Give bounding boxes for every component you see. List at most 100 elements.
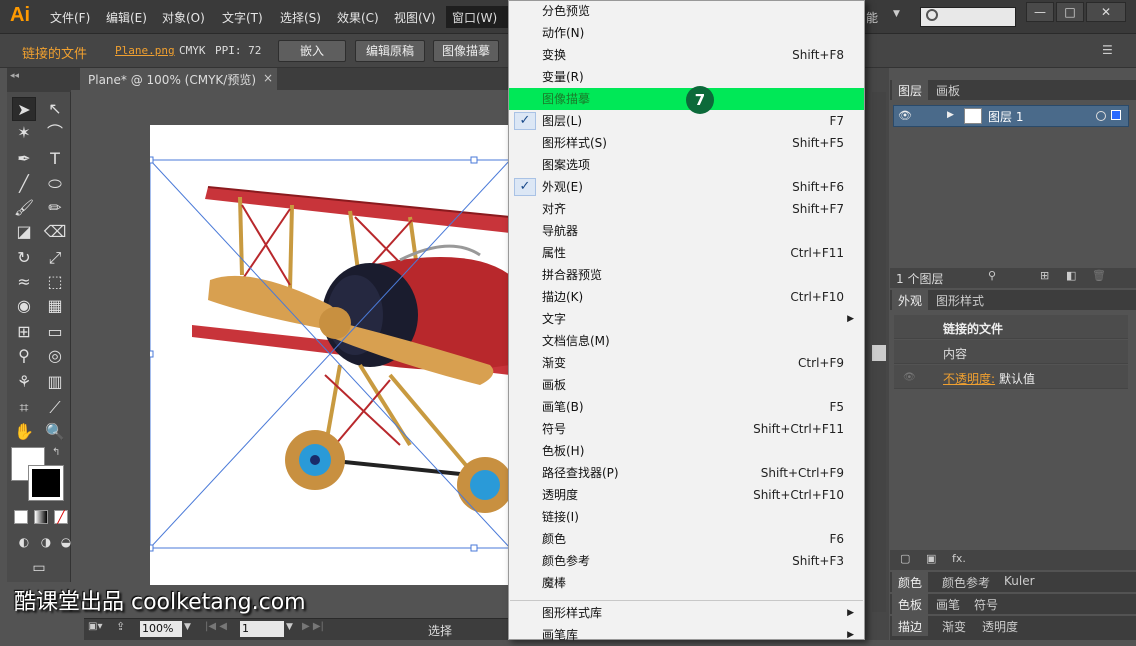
appearance-content[interactable]: 内容 (943, 345, 967, 362)
tab-stroke[interactable]: 描边 (892, 616, 929, 636)
tab-kuler[interactable]: Kuler (998, 572, 1041, 592)
menu-item[interactable]: ✓ 外观(E) Shift+F6 (509, 176, 864, 198)
eyedropper-tool-icon[interactable]: ⚲ (12, 344, 36, 368)
eraser-tool-icon[interactable]: ⌫ (43, 220, 67, 244)
menu-object[interactable]: 对象(O) (162, 9, 205, 26)
eye-icon[interactable]: 👁 (903, 372, 916, 383)
page-field[interactable]: 1 (240, 621, 284, 637)
tab-graphic-styles[interactable]: 图形样式 (930, 290, 990, 310)
type-tool-icon[interactable]: T (43, 147, 67, 171)
expand-triangle-icon[interactable]: ▶ (947, 110, 954, 120)
fx-icon[interactable]: fx. (952, 552, 966, 565)
menu-edit[interactable]: 编辑(E) (106, 9, 147, 26)
target-icon[interactable] (1096, 111, 1106, 121)
appearance-content-row[interactable] (894, 340, 1128, 364)
menu-file[interactable]: 文件(F) (50, 9, 90, 26)
gradient-tool-icon[interactable]: ▭ (43, 320, 67, 344)
share-icon[interactable]: ⇪ (116, 620, 125, 633)
menu-item[interactable]: 文档信息(M) (509, 330, 864, 352)
status-text[interactable]: 选择 (428, 622, 452, 639)
tab-symbols[interactable]: 符号 (968, 594, 1004, 614)
panel-menu-icon[interactable]: ☰ (1102, 43, 1113, 57)
menu-item[interactable]: 描边(K) Ctrl+F10 (509, 286, 864, 308)
line-tool-icon[interactable]: ╱ (12, 172, 36, 196)
menu-view[interactable]: 视图(V) (394, 9, 436, 26)
graph-tool-icon[interactable]: ▥ (43, 370, 67, 394)
menu-item[interactable]: 图形样式(S) Shift+F5 (509, 132, 864, 154)
rotate-tool-icon[interactable]: ↻ (12, 246, 36, 270)
tab-swatches[interactable]: 色板 (892, 594, 929, 614)
edit-original-button[interactable]: 编辑原稿 (355, 40, 425, 62)
linked-file-label[interactable]: 链接的文件 (22, 43, 87, 62)
menu-item[interactable]: 画板 (509, 374, 864, 396)
ellipse-tool-icon[interactable]: ⬭ (43, 172, 67, 196)
tab-appearance[interactable]: 外观 (892, 290, 929, 310)
mesh-tool-icon[interactable]: ⊞ (12, 320, 36, 344)
zoom-field[interactable]: 100% (140, 621, 182, 637)
menu-item[interactable]: 属性 Ctrl+F11 (509, 242, 864, 264)
opacity-link[interactable]: 不透明度: (943, 370, 995, 387)
menu-window[interactable]: 窗口(W) (446, 6, 508, 28)
selection-tool-icon[interactable]: ➤ (12, 97, 36, 121)
perspective-grid-tool-icon[interactable]: ▦ (43, 294, 67, 318)
scrollbar-thumb[interactable] (872, 345, 886, 361)
delete-icon[interactable]: 🗑 (1092, 269, 1106, 282)
embed-button[interactable]: 嵌入 (278, 40, 346, 62)
menu-item[interactable]: 符号 Shift+Ctrl+F11 (509, 418, 864, 440)
color-mode-icon[interactable] (14, 510, 28, 524)
tab-layers[interactable]: 图层 (892, 80, 929, 100)
selection-indicator-icon[interactable] (1111, 110, 1121, 120)
menu-item[interactable]: 色板(H) (509, 440, 864, 462)
scale-tool-icon[interactable]: ⤢ (43, 246, 67, 270)
tab-brushes[interactable]: 画笔 (930, 594, 966, 614)
tab-color[interactable]: 颜色 (892, 572, 929, 592)
menu-type[interactable]: 文字(T) (222, 9, 263, 26)
zoom-dropdown-icon[interactable]: ▼ (184, 622, 191, 632)
menu-item[interactable]: 分色预览 (509, 0, 864, 22)
minimize-button[interactable]: — (1026, 2, 1054, 22)
close-icon[interactable]: × (263, 71, 273, 85)
menu-item[interactable]: 动作(N) (509, 22, 864, 44)
collapse-icon[interactable]: ◂◂ (10, 71, 19, 81)
image-trace-button[interactable]: 图像描摹 (433, 40, 499, 62)
tab-transparency[interactable]: 透明度 (976, 616, 1024, 636)
add-stroke-icon[interactable]: ▢ (900, 552, 910, 565)
screen-mode-icon[interactable]: ▭ (27, 556, 51, 580)
lasso-tool-icon[interactable]: ⌒ (43, 121, 67, 145)
pen-tool-icon[interactable]: ✒ (12, 147, 36, 171)
tab-gradient[interactable]: 渐变 (936, 616, 972, 636)
next-page-icon[interactable]: ▶ ▶| (302, 621, 324, 632)
menu-item[interactable]: 变量(R) (509, 66, 864, 88)
slice-tool-icon[interactable]: ⟋ (43, 396, 67, 420)
menu-item[interactable]: 渐变 Ctrl+F9 (509, 352, 864, 374)
menu-item[interactable]: 文字 ▶ (509, 308, 864, 330)
file-name-link[interactable]: Plane.png (115, 44, 175, 57)
maximize-button[interactable]: □ (1056, 2, 1084, 22)
gpu-icon[interactable]: ▣▾ (88, 621, 102, 632)
artboard-tool-icon[interactable]: ⌗ (12, 396, 36, 420)
menu-item[interactable]: 透明度 Shift+Ctrl+F10 (509, 484, 864, 506)
menu-item[interactable]: 颜色 F6 (509, 528, 864, 550)
add-fill-icon[interactable]: ▣ (926, 552, 936, 565)
menu-item[interactable]: 颜色参考 Shift+F3 (509, 550, 864, 572)
blob-brush-tool-icon[interactable]: ◪ (12, 220, 36, 244)
menu-item[interactable]: 对齐 Shift+F7 (509, 198, 864, 220)
chevron-down-icon[interactable]: ▼ (893, 9, 900, 19)
none-mode-icon[interactable]: ╱ (54, 510, 68, 524)
menu-item[interactable]: 导航器 (509, 220, 864, 242)
layer-name[interactable]: 图层 1 (988, 108, 1023, 125)
menu-select[interactable]: 选择(S) (280, 9, 321, 26)
menu-item[interactable]: 路径查找器(P) Shift+Ctrl+F9 (509, 462, 864, 484)
close-button[interactable]: ✕ (1086, 2, 1126, 22)
tab-artboards[interactable]: 画板 (930, 80, 966, 100)
first-page-icon[interactable]: |◀ ◀ (205, 621, 227, 632)
plane-image[interactable] (150, 125, 510, 585)
symbol-sprayer-tool-icon[interactable]: ⚘ (12, 370, 36, 394)
menu-item[interactable]: 图形样式库 ▶ (509, 602, 864, 624)
locate-object-icon[interactable]: ⚲ (988, 269, 996, 282)
eye-icon[interactable]: 👁 (898, 109, 912, 122)
workspace-switcher[interactable]: 能 (866, 9, 878, 26)
warp-tool-icon[interactable]: ≈ (12, 270, 36, 294)
document-tab[interactable]: Plane* @ 100% (CMYK/预览) (80, 68, 277, 90)
menu-effect[interactable]: 效果(C) (337, 9, 379, 26)
